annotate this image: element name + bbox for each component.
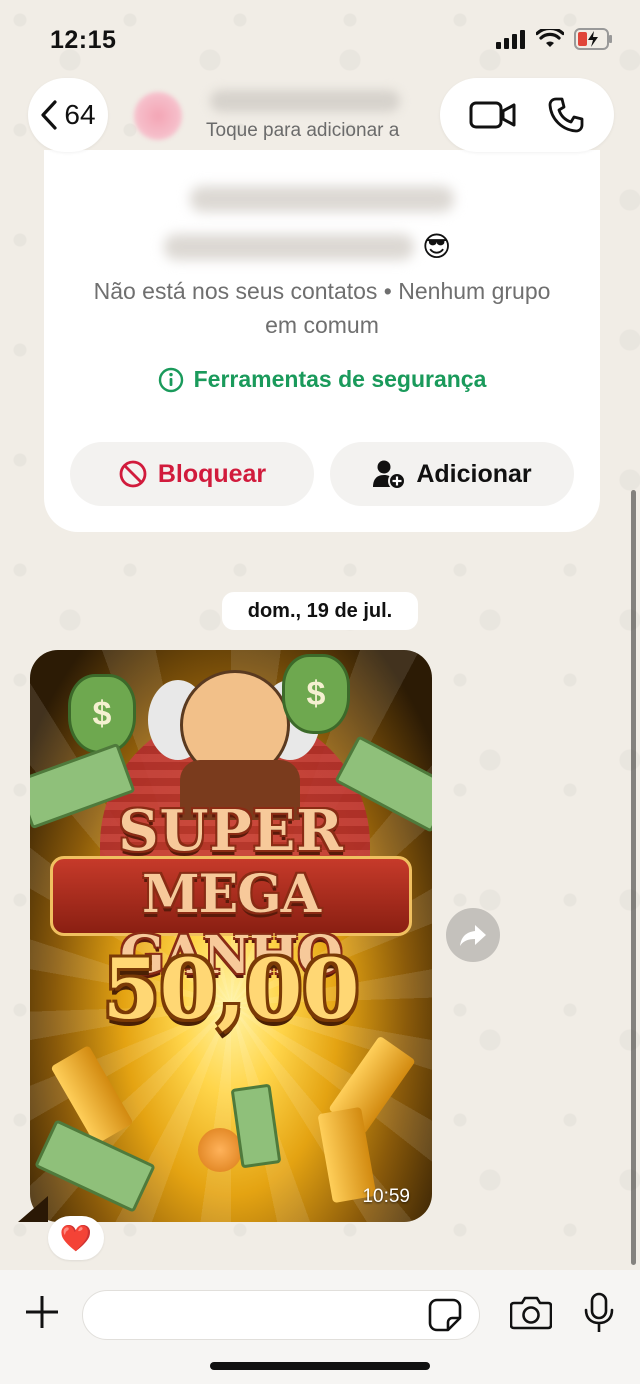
home-indicator xyxy=(210,1362,430,1370)
block-label: Bloquear xyxy=(157,459,267,488)
info-icon xyxy=(158,367,183,392)
status-time: 12:15 xyxy=(50,26,117,54)
heart-reaction[interactable]: ❤️ xyxy=(48,1216,104,1260)
image-title-super: SUPER xyxy=(118,798,344,864)
contact-name-redacted[interactable] xyxy=(210,90,400,112)
message-time: 10:59 xyxy=(362,1186,410,1207)
add-contact-button[interactable]: Adicionar xyxy=(330,442,574,506)
redacted-contact-about xyxy=(164,234,414,260)
security-tools-link[interactable]: Ferramentas de segurança xyxy=(44,366,600,393)
camera-icon[interactable] xyxy=(510,1294,552,1330)
block-icon xyxy=(119,460,147,488)
not-in-contacts-text: Não está nos seus contatos • Nenhum grup… xyxy=(93,278,551,338)
contact-avatar[interactable] xyxy=(134,92,182,140)
chat-header: 64 Toque para adicionar a xyxy=(0,76,640,156)
contact-info-card: 😎 Não está nos seus contatos • Nenhum gr… xyxy=(44,150,600,532)
message-input-bar xyxy=(0,1270,640,1384)
status-bar: 12:15 xyxy=(0,0,640,70)
gold-coin xyxy=(198,1128,242,1172)
forward-button[interactable] xyxy=(446,908,500,962)
status-icons xyxy=(496,28,614,50)
plus-icon[interactable] xyxy=(24,1294,60,1330)
date-separator: dom., 19 de jul. xyxy=(222,592,418,630)
image-message[interactable]: $ $ SUPER MEGA GANHO 50,00 10:59 xyxy=(30,650,432,1222)
money-bag-right: $ xyxy=(282,654,350,734)
phone-call-icon[interactable] xyxy=(547,96,585,134)
unread-count: 64 xyxy=(64,99,96,130)
back-button[interactable]: 64 xyxy=(28,78,108,152)
money-bag-left: $ xyxy=(68,674,136,754)
block-button[interactable]: Bloquear xyxy=(70,442,314,506)
cellular-signal-icon xyxy=(496,30,525,49)
image-amount: 50,00 xyxy=(102,942,360,1038)
scrollbar[interactable] xyxy=(631,490,636,1265)
call-actions xyxy=(440,78,614,152)
sunglasses-emoji: 😎 xyxy=(422,231,452,262)
contact-subtitle[interactable]: Toque para adicionar a xyxy=(206,120,399,142)
add-label: Adicionar xyxy=(416,459,532,488)
sticker-icon[interactable] xyxy=(428,1298,462,1332)
redacted-contact-name xyxy=(190,186,454,212)
forward-arrow-icon xyxy=(460,925,486,946)
message-input[interactable] xyxy=(82,1290,480,1340)
battery-charging-icon xyxy=(574,28,612,50)
add-person-icon xyxy=(373,460,407,490)
video-call-icon[interactable] xyxy=(469,100,517,130)
chevron-left-icon xyxy=(41,100,58,130)
microphone-icon[interactable] xyxy=(584,1292,614,1334)
wifi-icon xyxy=(536,29,564,47)
security-tools-label: Ferramentas de segurança xyxy=(193,366,487,392)
